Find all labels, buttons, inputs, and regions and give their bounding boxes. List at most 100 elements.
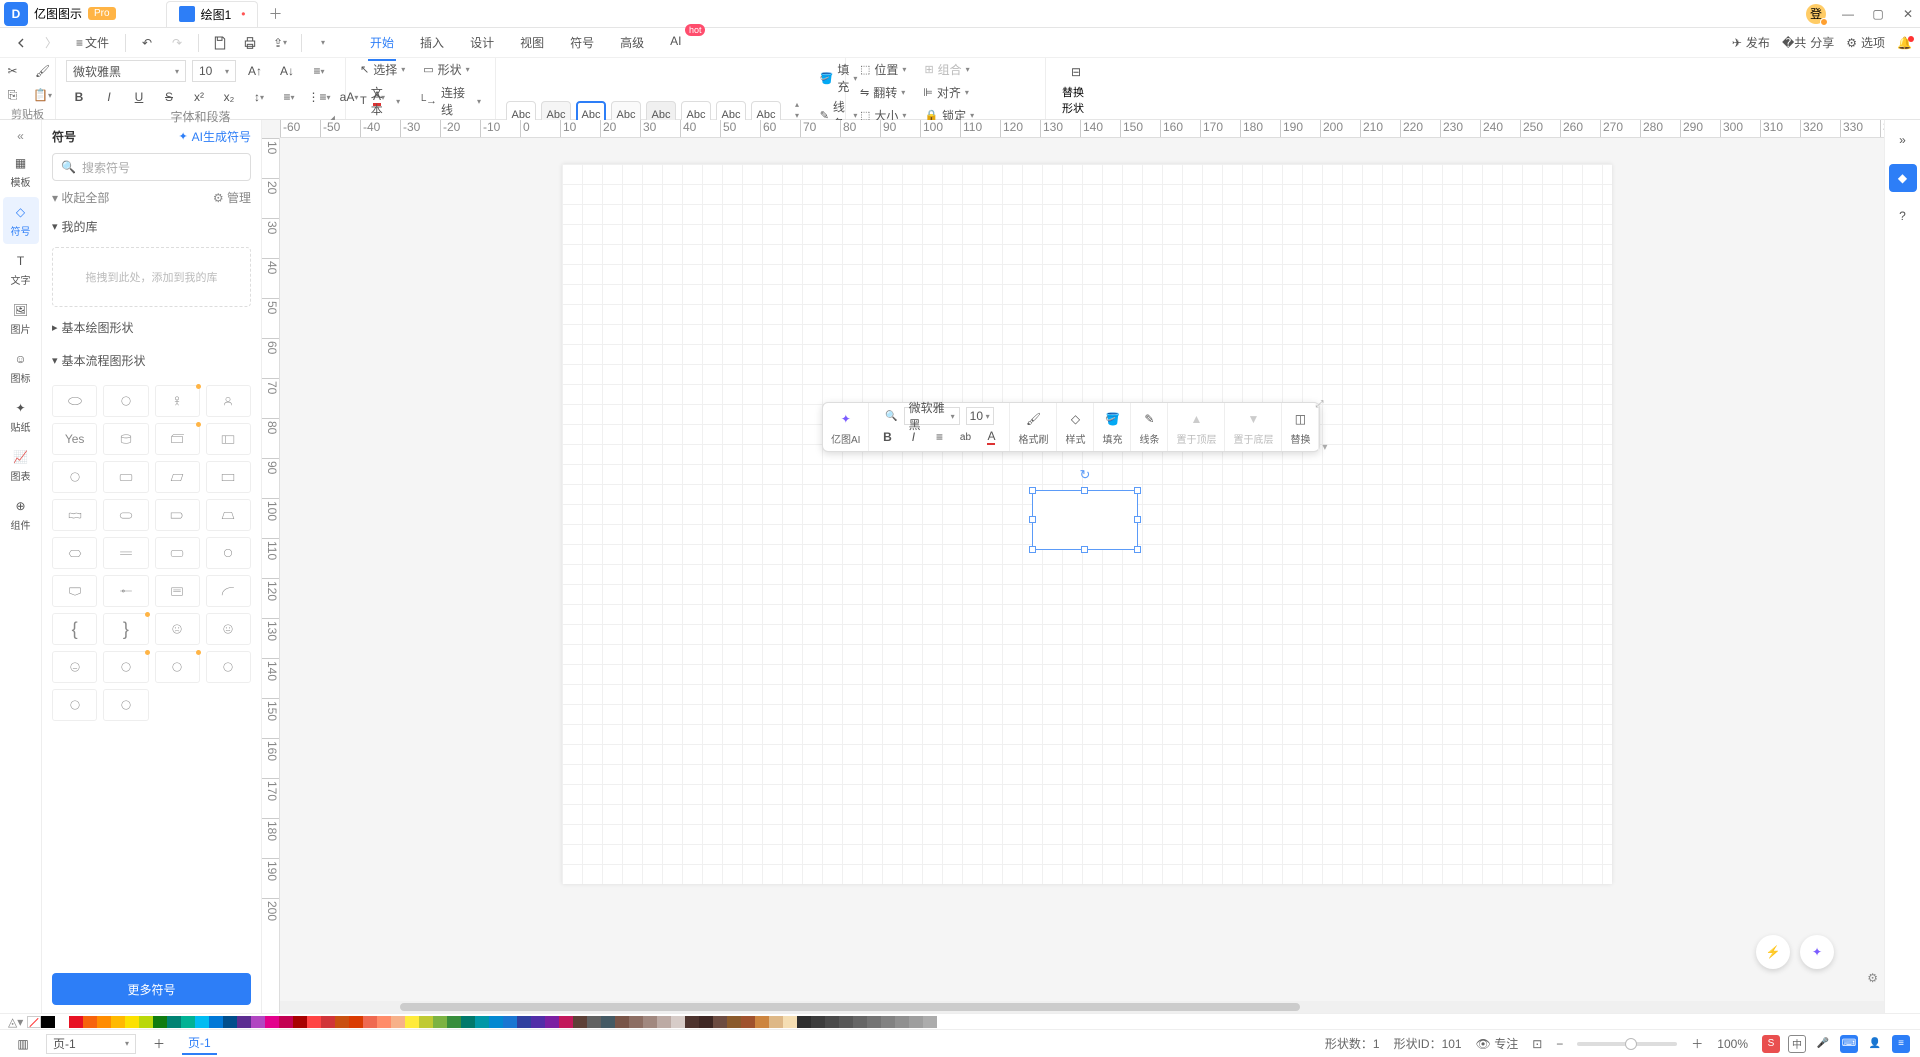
handle-tl[interactable] bbox=[1029, 487, 1036, 494]
handle-tr[interactable] bbox=[1134, 487, 1141, 494]
color-swatch[interactable] bbox=[153, 1016, 167, 1028]
share-button[interactable]: �共 分享 bbox=[1782, 34, 1834, 51]
collapse-sidebar-button[interactable]: « bbox=[5, 126, 37, 146]
color-swatch[interactable] bbox=[97, 1016, 111, 1028]
category-basic[interactable]: ▸ 基本绘图形状 bbox=[52, 315, 251, 340]
color-swatch[interactable] bbox=[895, 1016, 909, 1028]
shape-arc[interactable] bbox=[206, 575, 251, 607]
user-avatar[interactable]: 登 bbox=[1806, 4, 1826, 24]
canvas[interactable]: -60-50-40-30-20-100102030405060708090100… bbox=[262, 120, 1884, 1013]
no-color-swatch[interactable] bbox=[27, 1016, 41, 1028]
italic-button[interactable]: I bbox=[96, 86, 122, 108]
ctx-front-icon[interactable]: ▲ bbox=[1186, 409, 1206, 429]
color-swatch[interactable] bbox=[55, 1016, 69, 1028]
color-swatch[interactable] bbox=[587, 1016, 601, 1028]
color-swatch[interactable] bbox=[405, 1016, 419, 1028]
underline-button[interactable]: U bbox=[126, 86, 152, 108]
tab-insert[interactable]: 插入 bbox=[418, 30, 446, 55]
color-swatch[interactable] bbox=[685, 1016, 699, 1028]
selected-shape[interactable]: ↻ bbox=[1032, 490, 1138, 550]
rsb-properties[interactable]: ◆ bbox=[1889, 164, 1917, 192]
maximize-icon[interactable]: ▢ bbox=[1870, 6, 1886, 22]
page-select[interactable]: 页-1▾ bbox=[46, 1034, 136, 1054]
strike-button[interactable]: S bbox=[156, 86, 182, 108]
color-swatch[interactable] bbox=[223, 1016, 237, 1028]
tab-start[interactable]: 开始 bbox=[368, 30, 396, 55]
shape-database[interactable] bbox=[103, 423, 148, 455]
shape-ellipse[interactable] bbox=[52, 385, 97, 417]
back-button[interactable] bbox=[8, 30, 34, 56]
color-swatch[interactable] bbox=[629, 1016, 643, 1028]
ctx-replace-icon[interactable]: ◫ bbox=[1290, 409, 1310, 429]
ctx-back-icon[interactable]: ▼ bbox=[1243, 409, 1263, 429]
font-size-select[interactable]: 10▾ bbox=[192, 60, 236, 82]
color-swatch[interactable] bbox=[83, 1016, 97, 1028]
person-icon[interactable]: 👤 bbox=[1866, 1035, 1884, 1053]
color-swatch[interactable] bbox=[881, 1016, 895, 1028]
styles-scroll-down[interactable]: ▾ bbox=[795, 111, 802, 120]
h-scrollbar-thumb[interactable] bbox=[400, 1003, 1300, 1011]
handle-ml[interactable] bbox=[1029, 516, 1036, 523]
color-swatch[interactable] bbox=[825, 1016, 839, 1028]
rsb-help[interactable]: ? bbox=[1889, 202, 1917, 230]
color-swatch[interactable] bbox=[349, 1016, 363, 1028]
ctx-bold[interactable]: B bbox=[877, 427, 897, 447]
float-magic-button[interactable]: ⚡ bbox=[1756, 935, 1790, 969]
rsb-expand[interactable]: » bbox=[1889, 126, 1917, 154]
subscript-button[interactable]: x₂ bbox=[216, 86, 242, 108]
flip-button[interactable]: ⇋ 翻转 ▾ bbox=[856, 83, 909, 102]
shape-face-8[interactable] bbox=[103, 689, 148, 721]
tab-design[interactable]: 设计 bbox=[468, 30, 496, 55]
handle-mr[interactable] bbox=[1134, 516, 1141, 523]
color-swatch[interactable] bbox=[447, 1016, 461, 1028]
shape-rect[interactable] bbox=[206, 461, 251, 493]
manage-button[interactable]: ⚙ 管理 bbox=[213, 189, 251, 206]
color-swatch[interactable] bbox=[167, 1016, 181, 1028]
sidebar-component[interactable]: ⊕组件 bbox=[3, 491, 39, 538]
eyedropper-icon[interactable]: ◬▾ bbox=[8, 1015, 23, 1029]
color-swatch[interactable] bbox=[503, 1016, 517, 1028]
color-swatch[interactable] bbox=[237, 1016, 251, 1028]
color-swatch[interactable] bbox=[517, 1016, 531, 1028]
color-swatch[interactable] bbox=[615, 1016, 629, 1028]
color-swatch[interactable] bbox=[321, 1016, 335, 1028]
sidebar-template[interactable]: ▦模板 bbox=[3, 148, 39, 195]
handle-br[interactable] bbox=[1134, 546, 1141, 553]
color-swatch[interactable] bbox=[41, 1016, 55, 1028]
cn-icon[interactable]: 中 bbox=[1788, 1035, 1806, 1053]
shape-decision-yes[interactable]: Yes bbox=[52, 423, 97, 455]
ctx-size-select[interactable]: 10▾ bbox=[966, 407, 994, 425]
shape-face-5[interactable] bbox=[155, 651, 200, 683]
color-swatch[interactable] bbox=[853, 1016, 867, 1028]
text-tool[interactable]: T 文本 ▾ bbox=[356, 83, 404, 119]
color-swatch[interactable] bbox=[657, 1016, 671, 1028]
color-swatch[interactable] bbox=[209, 1016, 223, 1028]
shape-face-2[interactable] bbox=[206, 613, 251, 645]
color-swatch[interactable] bbox=[433, 1016, 447, 1028]
styles-scroll-up[interactable]: ▴ bbox=[795, 100, 802, 109]
symbol-search[interactable]: 🔍 搜索符号 bbox=[52, 153, 251, 181]
ctx-fill-icon[interactable]: 🪣 bbox=[1102, 409, 1122, 429]
handle-tc[interactable] bbox=[1081, 487, 1088, 494]
app-icon2[interactable]: ≡ bbox=[1892, 1035, 1910, 1053]
color-swatch[interactable] bbox=[923, 1016, 937, 1028]
page-tab[interactable]: 页-1 bbox=[182, 1032, 217, 1055]
pages-icon[interactable]: ▥ bbox=[10, 1033, 36, 1055]
shape-hexagon[interactable] bbox=[52, 537, 97, 569]
shape-pill[interactable] bbox=[103, 499, 148, 531]
rotate-handle[interactable]: ↻ bbox=[1080, 467, 1091, 483]
shape-face-1[interactable] bbox=[155, 613, 200, 645]
ctx-brush-icon[interactable]: 🖌 bbox=[1023, 409, 1043, 429]
ctx-style-icon[interactable]: ◇ bbox=[1065, 409, 1085, 429]
color-swatch[interactable] bbox=[755, 1016, 769, 1028]
color-swatch[interactable] bbox=[195, 1016, 209, 1028]
color-swatch[interactable] bbox=[363, 1016, 377, 1028]
color-swatch[interactable] bbox=[531, 1016, 545, 1028]
sidebar-text[interactable]: T文字 bbox=[3, 246, 39, 293]
zoom-slider[interactable] bbox=[1577, 1042, 1677, 1046]
color-swatch[interactable] bbox=[335, 1016, 349, 1028]
fit-button[interactable]: ⊡ bbox=[1532, 1037, 1542, 1051]
shape-rounded2[interactable] bbox=[155, 537, 200, 569]
group-button[interactable]: ⊞ 组合 ▾ bbox=[920, 60, 973, 79]
color-swatch[interactable] bbox=[489, 1016, 503, 1028]
